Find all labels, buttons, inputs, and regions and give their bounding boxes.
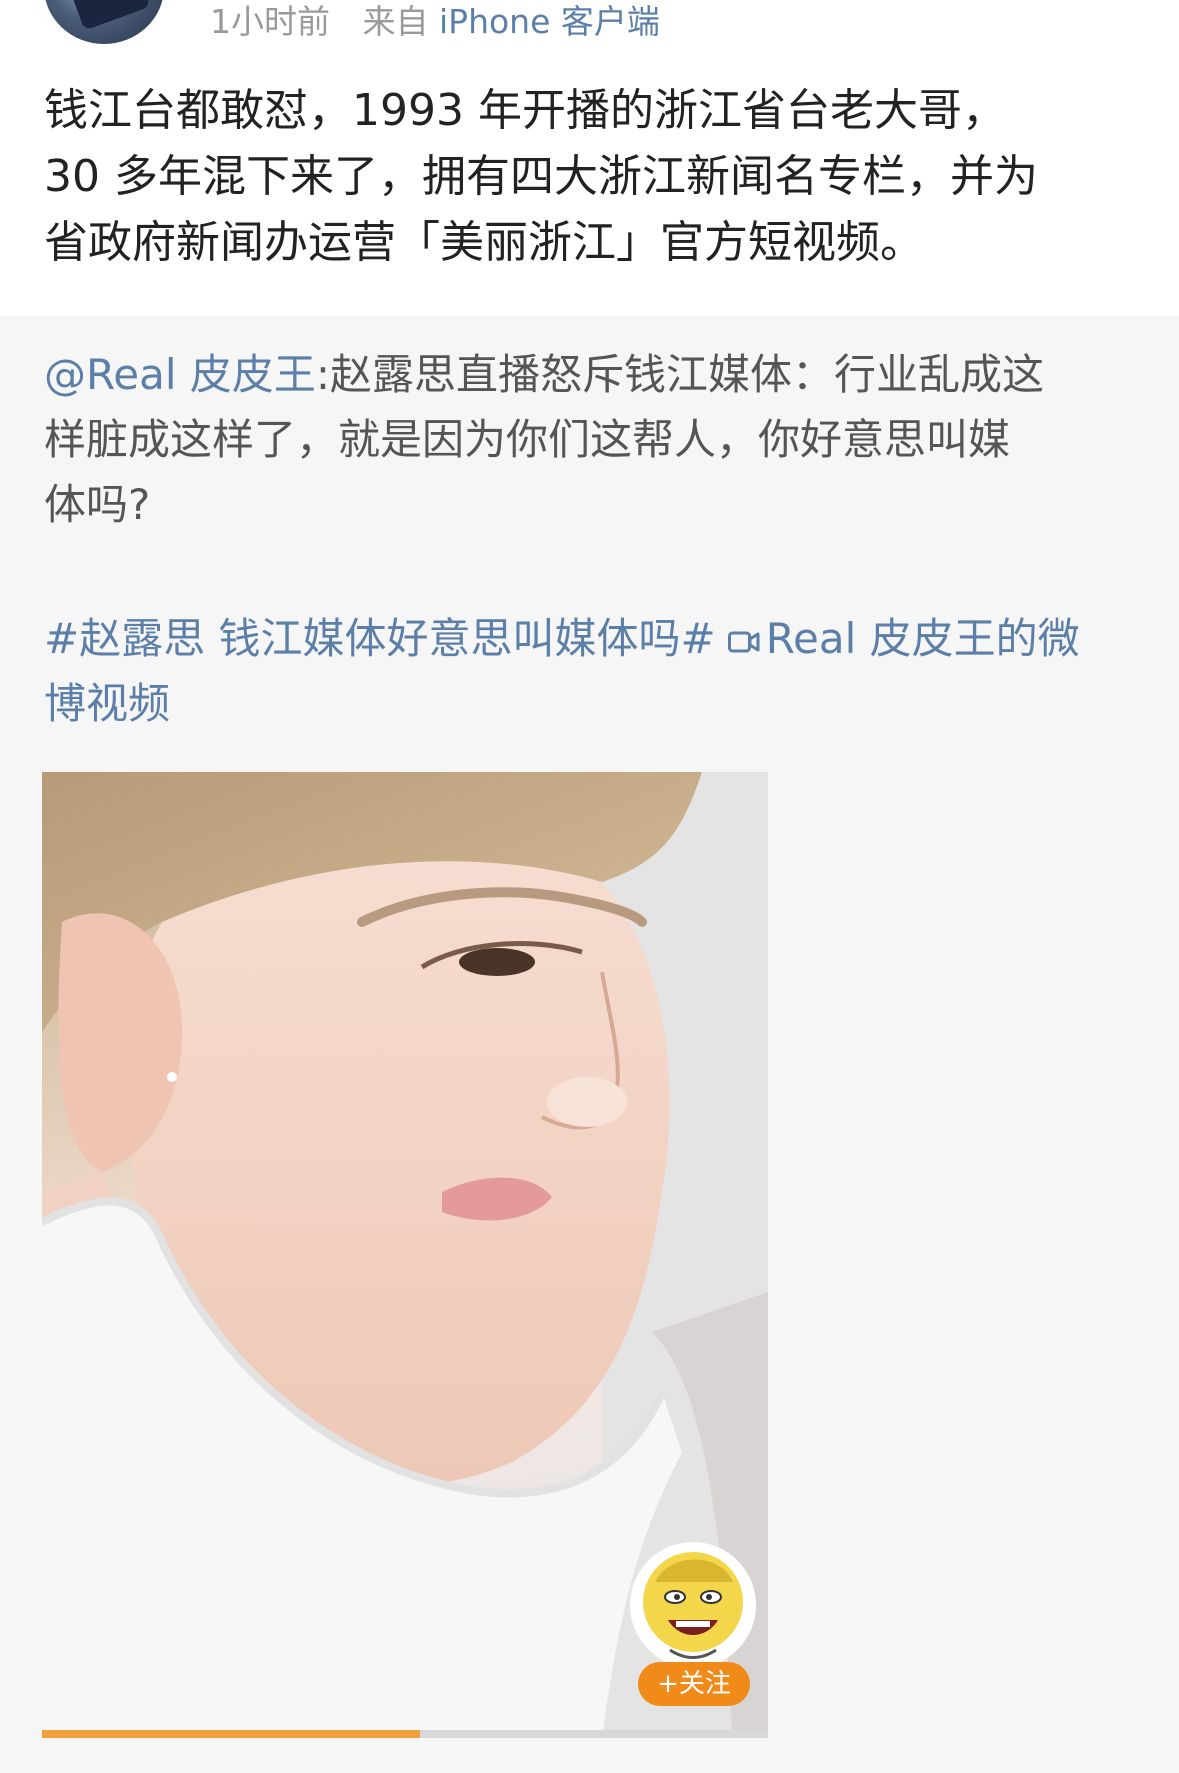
- video-progress-fill: [42, 1730, 420, 1738]
- post-time: 1小时前: [210, 2, 330, 41]
- repost-text: @Real 皮皮王:赵露思直播怒斥钱江媒体：行业乱成这 样脏成这样了，就是因为你…: [44, 342, 1144, 537]
- video-camera-icon: [727, 629, 760, 655]
- video-source-link-cont[interactable]: 博视频: [44, 671, 1144, 736]
- repost-text-segment: :赵露思直播怒斥钱江媒体：行业乱成这: [315, 350, 1045, 399]
- reposted-content[interactable]: @Real 皮皮王:赵露思直播怒斥钱江媒体：行业乱成这 样脏成这样了，就是因为你…: [0, 316, 1179, 1773]
- weibo-post-page: 1小时前 来自 iPhone 客户端 钱江台都敢怼，1993 年开播的浙江省台老…: [0, 0, 1179, 1773]
- repost-text-line: 样脏成这样了，就是因为你们这帮人，你好意思叫媒: [44, 415, 1011, 464]
- post-text-line: 省政府新闻办运营「美丽浙江」官方短视频。: [44, 217, 924, 268]
- follow-button[interactable]: +关注: [638, 1662, 750, 1706]
- repost-text-line: 体吗?: [44, 480, 151, 529]
- post-device-link[interactable]: iPhone 客户端: [439, 2, 660, 41]
- uploader-avatar[interactable]: [630, 1542, 756, 1668]
- post-meta: 1小时前 来自 iPhone 客户端: [210, 2, 660, 42]
- repost-tags: #赵露思 钱江媒体好意思叫媒体吗# Real 皮皮王的微 博视频: [44, 606, 1144, 736]
- mention-link[interactable]: @Real 皮皮王: [44, 350, 316, 399]
- post-header: 1小时前 来自 iPhone 客户端: [0, 0, 1179, 60]
- post-text-line: 30 多年混下来了，拥有四大浙江新闻名专栏，并为: [44, 151, 1038, 202]
- post-text: 钱江台都敢怼，1993 年开播的浙江省台老大哥， 30 多年混下来了，拥有四大浙…: [44, 78, 1144, 276]
- author-avatar[interactable]: [44, 0, 164, 44]
- hashtag-link[interactable]: #赵露思 钱江媒体好意思叫媒体吗#: [44, 614, 716, 663]
- video-player[interactable]: +关注: [42, 772, 768, 1738]
- video-progress-bar[interactable]: [42, 1730, 768, 1738]
- video-source-link[interactable]: Real 皮皮王的微: [766, 614, 1080, 663]
- post-text-line: 钱江台都敢怼，1993 年开播的浙江省台老大哥，: [44, 85, 1006, 136]
- post-source-prefix: 来自: [362, 2, 429, 41]
